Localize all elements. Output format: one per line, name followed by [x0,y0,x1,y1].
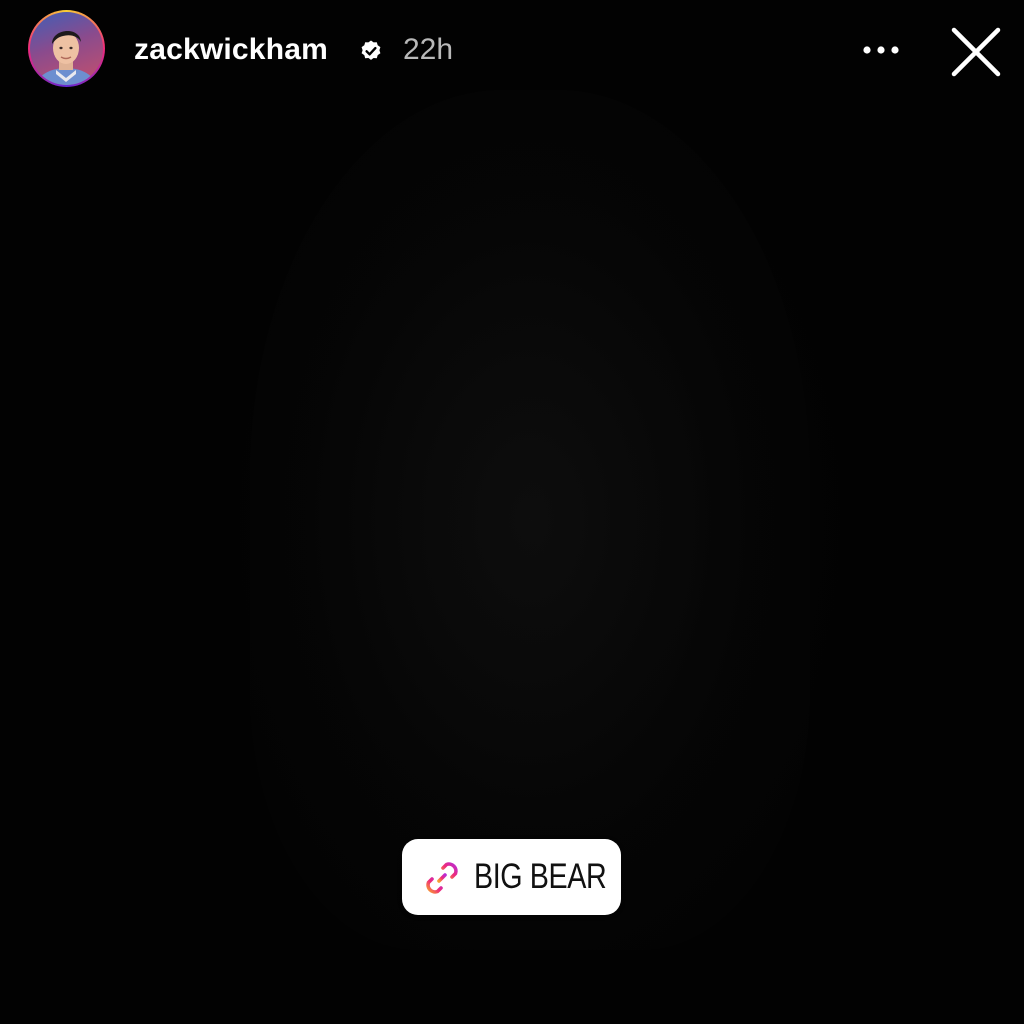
link-icon [426,862,458,894]
close-story-button[interactable] [946,22,1006,82]
link-sticker-label: BIG BEAR [474,857,607,896]
avatar[interactable] [30,12,103,85]
more-options-button[interactable] [856,32,906,68]
story-header: zackwickham 22h [0,0,1024,100]
profile-photo [34,30,98,85]
story-dark-photo [250,90,810,950]
author-username[interactable]: zackwickham [134,30,328,70]
close-icon [951,27,1001,77]
more-horizontal-icon [863,46,899,54]
post-timestamp: 22h [403,33,454,66]
link-sticker[interactable]: BIG BEAR [402,839,621,915]
verified-badge-icon [361,40,381,60]
